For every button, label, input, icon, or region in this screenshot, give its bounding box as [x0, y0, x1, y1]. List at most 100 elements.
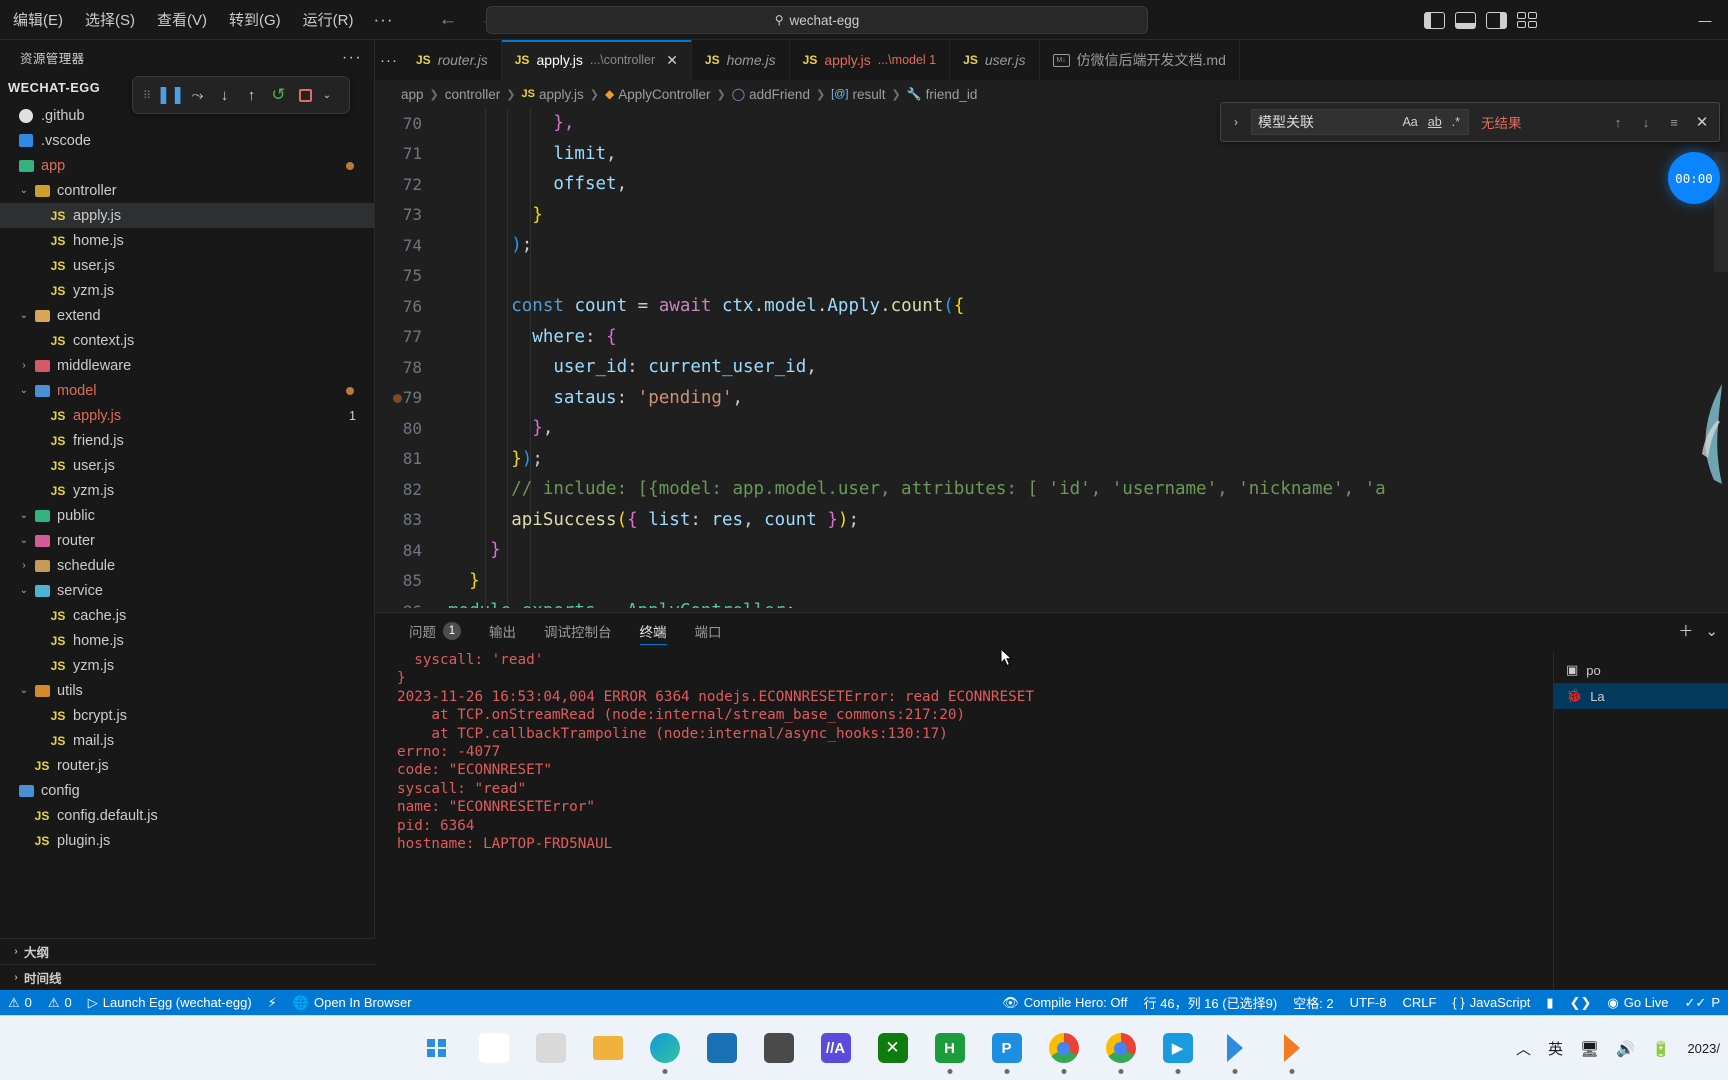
match-case-icon[interactable]: Aa: [1400, 115, 1419, 129]
regex-icon[interactable]: .*: [1450, 115, 1462, 129]
status-item-0[interactable]: ⚠ 0: [0, 990, 40, 1015]
breadcrumb-item-4[interactable]: ◯ addFriend: [732, 87, 810, 102]
find-next-icon[interactable]: ↓: [1635, 115, 1657, 130]
terminal-list-item-1[interactable]: 🐞 La: [1554, 683, 1728, 709]
breadcrumb-item-6[interactable]: 🔧 friend_id: [907, 87, 978, 102]
back-arrow-icon[interactable]: ←: [438, 10, 457, 29]
battery-icon[interactable]: 🔋: [1652, 1040, 1671, 1058]
tree-item-friend-js[interactable]: ›JS friend.js: [0, 428, 374, 453]
tree-item-mail-js[interactable]: ›JS mail.js: [0, 728, 374, 753]
step-out-icon[interactable]: ↑: [238, 80, 265, 110]
status-item-0[interactable]: ⚠ 0: [40, 990, 80, 1015]
tree-item-apply-js[interactable]: ›JS apply.js 1: [0, 403, 374, 428]
status-item-open-in-browser[interactable]: 🌐 Open In Browser: [285, 990, 420, 1015]
tree-item-model[interactable]: ⌄ model: [0, 378, 374, 403]
tree-item-schedule[interactable]: › schedule: [0, 553, 374, 578]
dark-gem-icon[interactable]: [760, 1029, 798, 1067]
tree-item-context-js[interactable]: ›JS context.js: [0, 328, 374, 353]
debug-toolbar[interactable]: ⠿ ❚❚ ⤳ ↓ ↑ ↺ ⌄: [132, 76, 350, 114]
breadcrumb-item-0[interactable]: app: [401, 87, 424, 102]
network-icon[interactable]: 🖥: [1580, 1040, 1599, 1058]
tree-item-router-js[interactable]: ›JS router.js: [0, 753, 374, 778]
breadcrumb-item-1[interactable]: controller: [445, 87, 501, 102]
menu-item-4[interactable]: 运行(R): [292, 6, 365, 34]
start-windows-icon[interactable]: [418, 1029, 456, 1067]
tree-item-user-js[interactable]: ›JS user.js: [0, 453, 374, 478]
status-item-crlf[interactable]: CRLF: [1394, 990, 1444, 1015]
media-player-icon[interactable]: ▶: [1159, 1029, 1197, 1074]
editor-tab-0[interactable]: JS router.js: [403, 40, 502, 80]
tree-item-apply-js[interactable]: ›JS apply.js: [0, 203, 374, 228]
tree-item-home-js[interactable]: ›JS home.js: [0, 628, 374, 653]
editor-tab-3[interactable]: JS apply.js ...\model 1: [789, 40, 951, 80]
tree-item-controller[interactable]: ⌄ controller: [0, 178, 374, 203]
h-app-icon[interactable]: H: [931, 1029, 969, 1074]
status-item-utf-8[interactable]: UTF-8: [1342, 990, 1395, 1015]
menu-item-2[interactable]: 查看(V): [146, 6, 218, 34]
editor-tab-5[interactable]: M↓ 仿微信后端开发文档.md: [1039, 40, 1240, 80]
panel-tab-0[interactable]: 问题 1: [395, 613, 475, 648]
tabs-overflow-icon[interactable]: ···: [375, 40, 403, 80]
microsoft-edge-icon[interactable]: [646, 1029, 684, 1074]
editor-tab-1[interactable]: JS apply.js ...\controller ✕: [501, 40, 692, 80]
tree-item-extend[interactable]: ⌄ extend: [0, 303, 374, 328]
tree-item-router[interactable]: ⌄ router: [0, 528, 374, 553]
terminal-list-item-0[interactable]: ▣ po: [1554, 657, 1728, 683]
breadcrumb-item-5[interactable]: [@] result: [831, 87, 885, 102]
tree-item-yzm-js[interactable]: ›JS yzm.js: [0, 278, 374, 303]
chrome-beta-icon[interactable]: [1102, 1029, 1140, 1074]
explorer-more-icon[interactable]: ···: [342, 49, 362, 67]
chrome-icon[interactable]: [1045, 1029, 1083, 1074]
panel-tab-1[interactable]: 输出: [475, 613, 530, 648]
sidebar-section-时间线[interactable]: › 时间线: [0, 964, 375, 990]
tree-item-user-js[interactable]: ›JS user.js: [0, 253, 374, 278]
breadcrumb-item-2[interactable]: JS apply.js: [522, 87, 584, 102]
ime-indicator[interactable]: 英: [1548, 1038, 1563, 1059]
tree-item-config-default-js[interactable]: ›JS config.default.js: [0, 803, 374, 828]
customize-layout-icon[interactable]: [1517, 11, 1538, 29]
apifox-icon[interactable]: //A: [817, 1029, 855, 1067]
minimize-button[interactable]: —: [1682, 0, 1728, 40]
tree-item-utils[interactable]: ⌄ utils: [0, 678, 374, 703]
step-into-icon[interactable]: ↓: [211, 80, 238, 110]
terminal-output[interactable]: syscall: 'read'} 2023-11-26 16:53:04,004 …: [397, 651, 1538, 990]
command-center[interactable]: ⚲ wechat-egg: [486, 6, 1148, 34]
chevron-right-icon[interactable]: ›: [1227, 115, 1245, 129]
copilot-pre-icon[interactable]: [475, 1029, 513, 1067]
breadcrumb-item-3[interactable]: ◆ ApplyController: [605, 87, 711, 102]
tree-item-bcrypt-js[interactable]: ›JS bcrypt.js: [0, 703, 374, 728]
status-item-javascript[interactable]: { } JavaScript: [1444, 990, 1538, 1015]
tree-item-home-js[interactable]: ›JS home.js: [0, 228, 374, 253]
toggle-secondary-sidebar-icon[interactable]: [1486, 11, 1507, 29]
toggle-primary-sidebar-icon[interactable]: [1424, 11, 1445, 29]
widgets-icon[interactable]: [532, 1029, 570, 1067]
tray-chevron-icon[interactable]: ︿: [1516, 1038, 1531, 1059]
tree-item-yzm-js[interactable]: ›JS yzm.js: [0, 478, 374, 503]
xbox-icon[interactable]: ✕: [874, 1029, 912, 1067]
editor-tab-4[interactable]: JS user.js: [950, 40, 1040, 80]
find-input[interactable]: 模型关联 Aa ab .*: [1251, 109, 1469, 135]
tree-item-middleware[interactable]: › middleware: [0, 353, 374, 378]
vscode-insiders-icon[interactable]: [1273, 1029, 1311, 1074]
microsoft-store-icon[interactable]: [703, 1029, 741, 1067]
status-item-terminal-icon[interactable]: ▮: [1538, 990, 1561, 1015]
tree-item-config[interactable]: › config: [0, 778, 374, 803]
volume-icon[interactable]: 🔊: [1616, 1040, 1635, 1058]
stop-icon[interactable]: [292, 80, 319, 110]
step-over-icon[interactable]: ⤳: [184, 80, 211, 110]
status-item---46---16-----9-[interactable]: 行 46，列 16 (已选择9): [1136, 990, 1286, 1015]
panel-tab-3[interactable]: 终端: [626, 613, 681, 648]
find-in-selection-icon[interactable]: ≡: [1663, 115, 1685, 130]
find-previous-icon[interactable]: ↑: [1607, 115, 1629, 130]
status-item-launch-egg--wechat-egg-[interactable]: ▷ Launch Egg (wechat-egg): [80, 990, 260, 1015]
chevron-down-icon[interactable]: ⌄: [319, 80, 335, 110]
tree-item-yzm-js[interactable]: ›JS yzm.js: [0, 653, 374, 678]
tree-item-plugin-js[interactable]: ›JS plugin.js: [0, 828, 374, 853]
whole-word-icon[interactable]: ab: [1426, 115, 1444, 129]
breakpoint-dot[interactable]: [393, 393, 402, 403]
sidebar-section-大纲[interactable]: › 大纲: [0, 938, 375, 964]
editor-tab-2[interactable]: JS home.js: [691, 40, 790, 80]
new-terminal-icon[interactable]: ＋: [1678, 620, 1693, 641]
panel-tab-2[interactable]: 调试控制台: [530, 613, 626, 648]
pause-icon[interactable]: ❚❚: [156, 80, 185, 110]
